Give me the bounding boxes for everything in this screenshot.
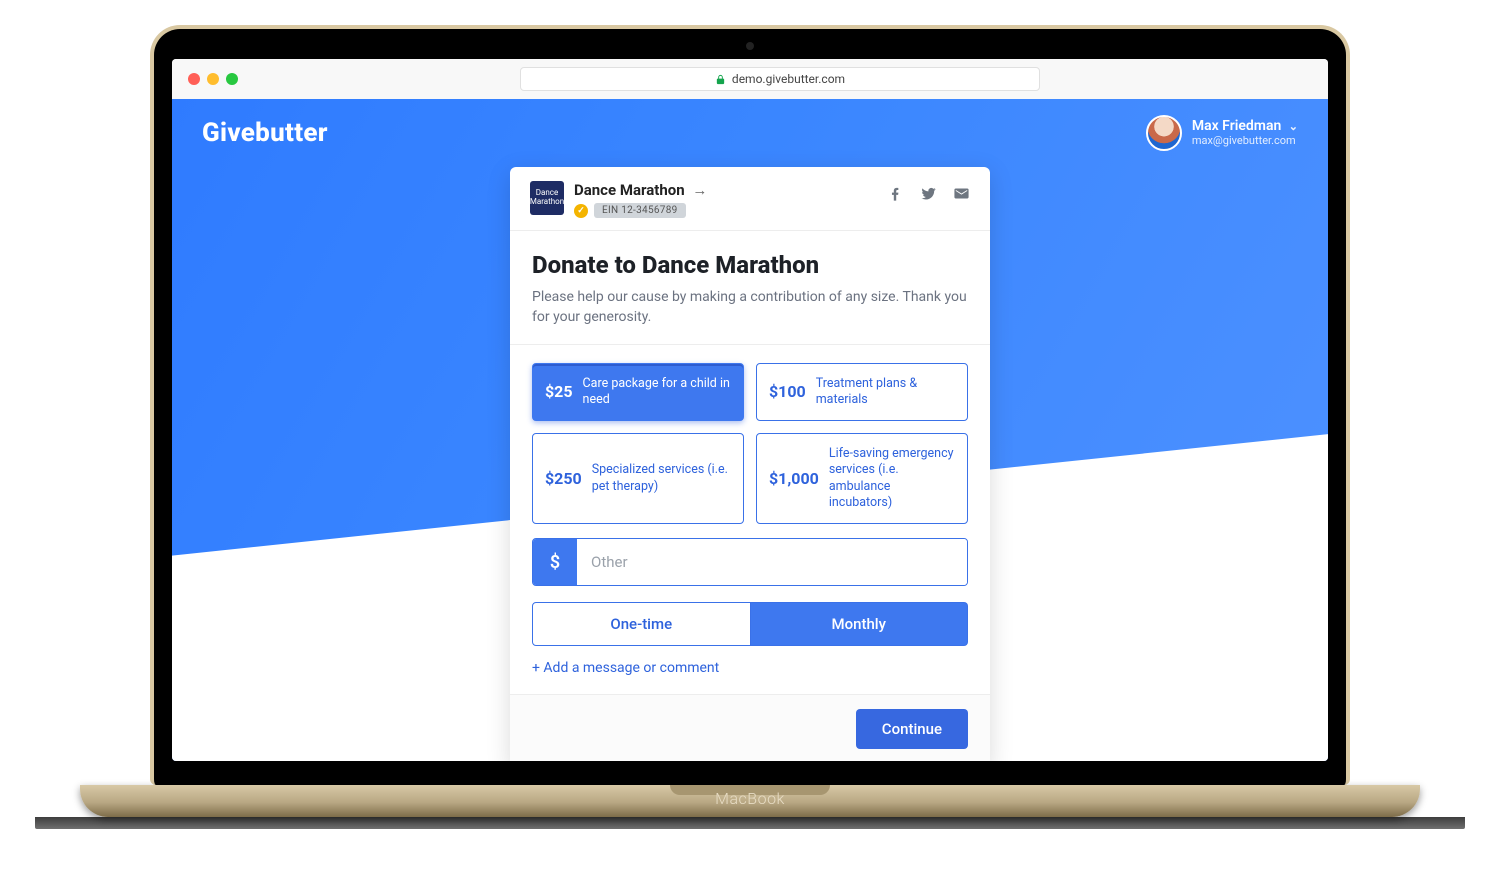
- add-message-link[interactable]: + Add a message or comment: [510, 660, 990, 694]
- amount-label: $1,000: [769, 469, 819, 488]
- traffic-lights: [188, 73, 238, 85]
- currency-symbol: $: [533, 539, 577, 585]
- amount-option-25[interactable]: $25 Care package for a child in need: [532, 363, 744, 422]
- brand-logo[interactable]: Givebutter: [202, 118, 328, 148]
- amount-desc: Specialized services (i.e. pet therapy): [592, 462, 731, 495]
- amount-desc: Life-saving emergency services (i.e. amb…: [829, 446, 955, 511]
- window-zoom-button[interactable]: [226, 73, 238, 85]
- verified-badge-icon: [574, 204, 588, 218]
- laptop-hinge: MacBook: [80, 785, 1420, 817]
- url-text: demo.givebutter.com: [732, 72, 845, 86]
- app-header: Givebutter Max Friedman ⌄ max@givebutter…: [172, 99, 1328, 167]
- table-edge: [35, 817, 1465, 829]
- browser-chrome: demo.givebutter.com: [172, 59, 1328, 100]
- amount-label: $250: [545, 469, 582, 488]
- amount-option-100[interactable]: $100 Treatment plans & materials: [756, 363, 968, 422]
- amount-option-250[interactable]: $250 Specialized services (i.e. pet ther…: [532, 433, 744, 524]
- amount-desc: Treatment plans & materials: [816, 376, 955, 409]
- amount-desc: Care package for a child in need: [583, 376, 731, 409]
- frequency-onetime-button[interactable]: One-time: [532, 602, 751, 646]
- campaign-logo: Dance Marathon: [530, 181, 564, 215]
- form-subtitle: Please help our cause by making a contri…: [532, 287, 968, 328]
- screen-bezel: demo.givebutter.com Givebutter Max Fr: [150, 25, 1350, 785]
- arrow-right-icon: →: [692, 181, 707, 199]
- donation-card: Dance Marathon Dance Marathon → EIN 12-3…: [510, 167, 990, 761]
- window-minimize-button[interactable]: [207, 73, 219, 85]
- other-amount-input[interactable]: [577, 539, 967, 585]
- facebook-icon[interactable]: [887, 185, 904, 205]
- amount-label: $100: [769, 382, 806, 401]
- continue-button[interactable]: Continue: [856, 709, 968, 749]
- form-title: Donate to Dance Marathon: [532, 251, 968, 279]
- other-amount-field[interactable]: $: [532, 538, 968, 586]
- user-menu[interactable]: Max Friedman ⌄ max@givebutter.com: [1146, 115, 1298, 151]
- frequency-monthly-button[interactable]: Monthly: [751, 602, 969, 646]
- screen: demo.givebutter.com Givebutter Max Fr: [172, 59, 1328, 761]
- ein-chip: EIN 12-3456789: [594, 203, 686, 218]
- amount-option-1000[interactable]: $1,000 Life-saving emergency services (i…: [756, 433, 968, 524]
- chevron-down-icon: ⌄: [1289, 120, 1298, 133]
- window-close-button[interactable]: [188, 73, 200, 85]
- lock-icon: [715, 73, 726, 86]
- amount-options: $25 Care package for a child in need $10…: [510, 345, 990, 539]
- email-icon[interactable]: [953, 185, 970, 205]
- device-label: MacBook: [715, 789, 785, 808]
- laptop-frame: demo.givebutter.com Givebutter Max Fr: [150, 25, 1350, 785]
- campaign-link[interactable]: Dance Marathon →: [574, 181, 707, 199]
- amount-label: $25: [545, 382, 573, 401]
- avatar: [1146, 115, 1182, 151]
- twitter-icon[interactable]: [920, 185, 937, 205]
- url-bar[interactable]: demo.givebutter.com: [520, 67, 1040, 91]
- user-name: Max Friedman: [1192, 118, 1281, 134]
- user-email: max@givebutter.com: [1192, 135, 1298, 147]
- campaign-name: Dance Marathon: [574, 181, 685, 199]
